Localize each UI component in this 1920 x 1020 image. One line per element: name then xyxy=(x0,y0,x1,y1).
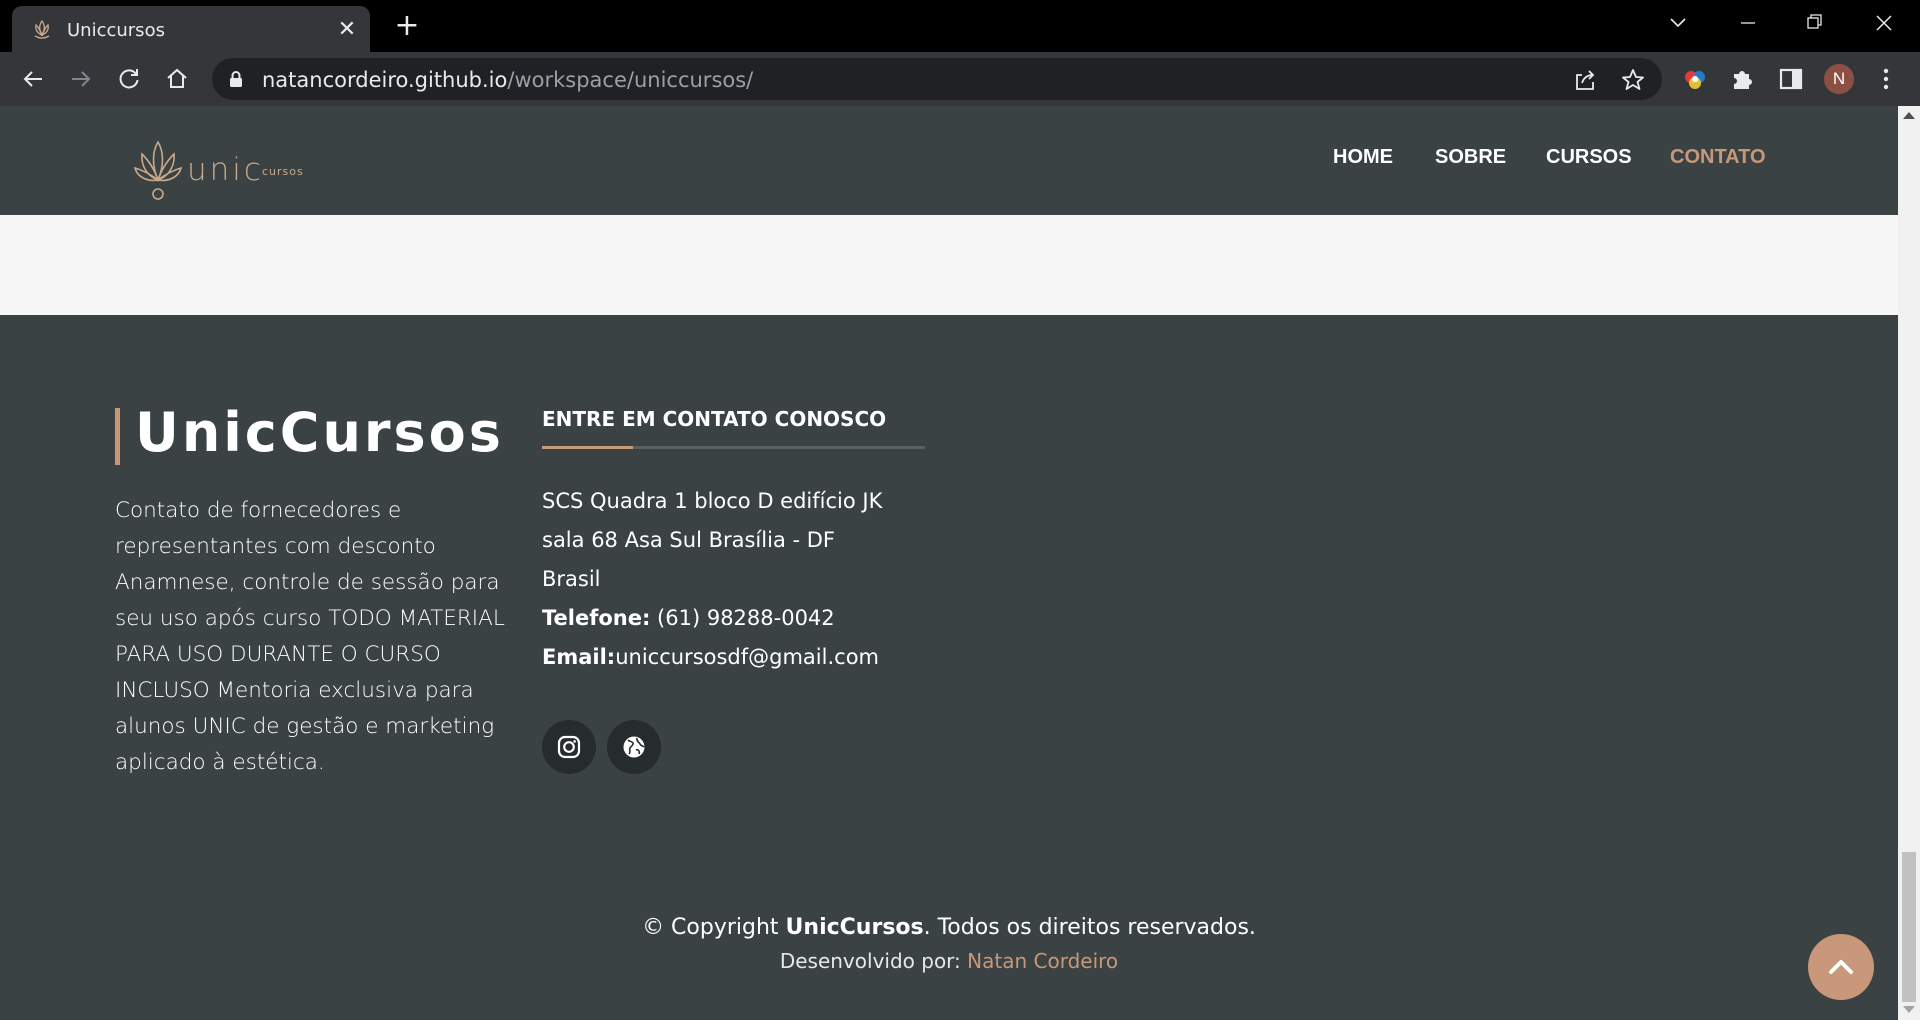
page-viewport: unic cursos HOME SOBRE CURSOS CONTATO Un… xyxy=(0,106,1898,1020)
browser-tab[interactable]: Uniccursos ✕ xyxy=(12,6,370,52)
instagram-icon xyxy=(557,735,581,759)
close-window-icon[interactable] xyxy=(1866,8,1902,38)
minimize-icon[interactable] xyxy=(1730,8,1766,38)
logo-subtitle: cursos xyxy=(262,165,304,178)
back-to-top-button[interactable] xyxy=(1808,934,1874,1000)
nav-cursos[interactable]: CURSOS xyxy=(1546,146,1632,169)
chevron-up-icon xyxy=(1829,960,1853,974)
globe-icon xyxy=(623,736,645,758)
page-scrollbar[interactable] xyxy=(1898,106,1920,1020)
nav-sobre[interactable]: SOBRE xyxy=(1435,146,1506,169)
phone-number: (61) 98288-0042 xyxy=(650,606,835,630)
tab-title: Uniccursos xyxy=(67,20,165,41)
share-icon[interactable] xyxy=(1572,67,1598,93)
footer-about-text: Contato de fornecedores e representantes… xyxy=(115,498,505,775)
brand-accent-bar xyxy=(115,408,120,465)
tab-search-chevron-icon[interactable] xyxy=(1660,8,1696,38)
instagram-button[interactable] xyxy=(542,720,596,774)
address-line-1: SCS Quadra 1 bloco D edifício JK xyxy=(542,489,883,513)
email-line: Email:uniccursosdf@gmail.com xyxy=(542,645,879,669)
heading-divider-accent xyxy=(542,446,633,449)
side-panel-icon[interactable] xyxy=(1777,65,1805,93)
lotus-logo-icon xyxy=(133,140,183,200)
forward-arrow-icon[interactable] xyxy=(66,64,96,94)
developer-credit: Desenvolvido por: Natan Cordeiro xyxy=(779,949,1119,973)
kebab-menu-icon[interactable] xyxy=(1872,65,1900,93)
new-tab-icon[interactable]: + xyxy=(392,11,422,42)
lotus-favicon-icon xyxy=(34,19,50,39)
address-bar[interactable]: natancordeiro.github.io/workspace/uniccu… xyxy=(212,58,1662,100)
nav-contato[interactable]: CONTATO xyxy=(1670,146,1766,169)
reload-icon[interactable] xyxy=(114,64,144,94)
scroll-up-arrow-icon[interactable] xyxy=(1903,112,1915,119)
scrollbar-thumb[interactable] xyxy=(1902,852,1916,1002)
footer-brand: UnicCursos xyxy=(135,401,504,464)
address-line-2: sala 68 Asa Sul Brasília - DF xyxy=(542,528,835,552)
site-footer: UnicCursos Contato de fornecedores e rep… xyxy=(0,315,1898,1020)
website-button[interactable] xyxy=(607,720,661,774)
browser-toolbar: natancordeiro.github.io/workspace/uniccu… xyxy=(0,52,1920,106)
home-icon[interactable] xyxy=(162,64,192,94)
profile-avatar[interactable]: N xyxy=(1824,64,1854,94)
contact-heading: ENTRE EM CONTATO CONOSCO xyxy=(542,407,887,431)
bookmark-star-icon[interactable] xyxy=(1620,67,1646,93)
scroll-down-arrow-icon[interactable] xyxy=(1903,1006,1915,1013)
color-extension-icon[interactable] xyxy=(1681,65,1709,93)
phone-line: Telefone: (61) 98288-0042 xyxy=(542,606,835,630)
site-logo[interactable]: unic cursos xyxy=(132,136,312,206)
url-text[interactable]: natancordeiro.github.io/workspace/uniccu… xyxy=(262,68,753,92)
address-line-3: Brasil xyxy=(542,567,601,591)
developer-link[interactable]: Natan Cordeiro xyxy=(967,949,1118,973)
email-address[interactable]: uniccursosdf@gmail.com xyxy=(615,645,879,669)
copyright-brand: UnicCursos xyxy=(785,915,924,940)
tab-close-icon[interactable]: ✕ xyxy=(334,16,360,42)
back-arrow-icon[interactable] xyxy=(18,64,48,94)
browser-tab-strip: Uniccursos ✕ + xyxy=(0,0,1920,52)
copyright-line: © Copyright UnicCursos. Todos os direito… xyxy=(642,915,1256,940)
restore-icon[interactable] xyxy=(1797,8,1833,38)
site-header: unic cursos HOME SOBRE CURSOS CONTATO xyxy=(0,106,1898,215)
lock-icon[interactable] xyxy=(228,70,244,88)
logo-wordmark: unic xyxy=(187,152,264,188)
nav-home[interactable]: HOME xyxy=(1333,146,1393,169)
content-section xyxy=(0,215,1898,315)
phone-label: Telefone: xyxy=(542,606,651,630)
email-label: Email: xyxy=(542,645,616,669)
extensions-puzzle-icon[interactable] xyxy=(1729,65,1757,93)
